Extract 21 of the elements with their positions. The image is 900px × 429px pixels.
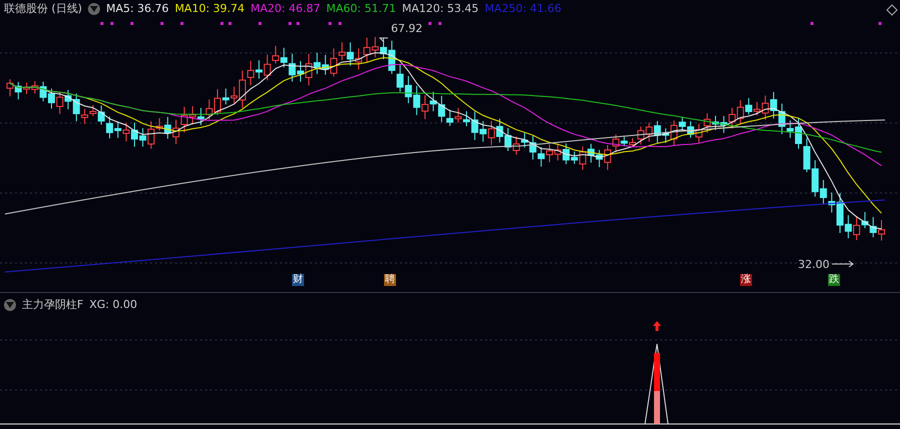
ma-legend-label: MA60: 51.71 (326, 0, 396, 17)
dropdown-icon[interactable] (88, 3, 100, 15)
event-marker[interactable]: 涨 (740, 274, 752, 286)
chart-title: 联德股份 (日线) (4, 0, 82, 17)
ma-legend-label: MA20: 46.87 (250, 0, 320, 17)
indicator-value: XG: 0.00 (89, 296, 138, 313)
dropdown-icon[interactable] (4, 299, 16, 311)
ma-legend-label: MA10: 39.74 (174, 0, 245, 17)
event-marker[interactable]: 聘 (384, 274, 396, 286)
leader-line (378, 38, 388, 42)
event-marker[interactable]: 财 (292, 274, 304, 286)
diamond-icon[interactable] (886, 4, 898, 16)
price-label: 67.92 (391, 22, 422, 35)
event-marker[interactable]: 跌 (828, 274, 840, 286)
price-label: 32.00 (798, 258, 830, 271)
indicator-title: 主力孕阴柱F (22, 296, 84, 313)
ma-legend-label: MA5: 36.76 (106, 0, 169, 17)
ma-legend-label: MA120: 53.45 (402, 0, 479, 17)
ma-legend-label: MA250: 41.66 (484, 0, 562, 17)
arrow-icon (832, 260, 854, 268)
up-arrow-icon (653, 321, 661, 331)
